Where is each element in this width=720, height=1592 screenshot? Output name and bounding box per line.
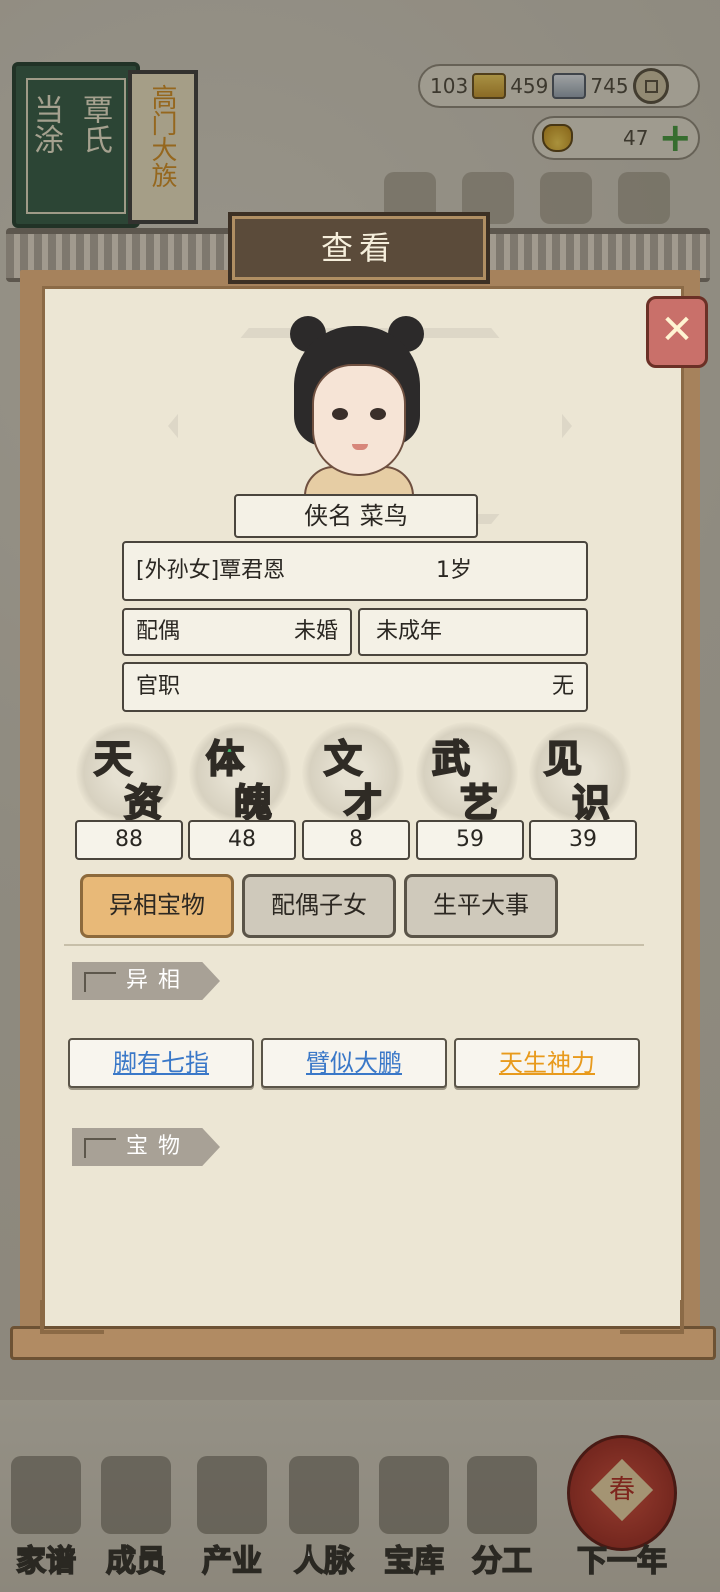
office-value: 无 bbox=[551, 674, 574, 699]
trait-item[interactable]: 天生神力 bbox=[454, 1038, 640, 1088]
tab-spouse-children[interactable]: 配偶子女 bbox=[242, 874, 396, 938]
stat-aptitude-value: 88 bbox=[75, 820, 183, 860]
stat-martial-value: 59 bbox=[416, 820, 524, 860]
stat-literary-value: 8 bbox=[302, 820, 410, 860]
tab-life-events[interactable]: 生平大事 bbox=[404, 874, 558, 938]
section-traits-label: 异相 bbox=[126, 968, 191, 993]
spouse-row: 配偶 未婚 bbox=[122, 608, 352, 656]
stat-physique-value: 48 bbox=[188, 820, 296, 860]
office-row: 官职 无 bbox=[122, 662, 588, 712]
character-portrait bbox=[282, 316, 432, 506]
section-treasures-label: 宝物 bbox=[126, 1134, 191, 1159]
fret-pattern-icon bbox=[84, 1138, 116, 1158]
office-label: 官职 bbox=[136, 674, 181, 699]
panel-base bbox=[10, 1326, 716, 1360]
panel-corner-right bbox=[620, 1300, 684, 1334]
mouth bbox=[352, 444, 368, 450]
close-button[interactable]: ✕ bbox=[646, 296, 708, 368]
stat-aptitude-label-bottom: 资 bbox=[123, 779, 163, 826]
relation-name: [外孙女]覃君恩 bbox=[136, 558, 286, 583]
nickname-box: 侠名 菜鸟 bbox=[234, 494, 478, 538]
spouse-label: 配偶 bbox=[136, 619, 181, 644]
stat-knowledge-label-bottom: 识 bbox=[571, 779, 611, 826]
stat-physique-label-bottom: 魄 bbox=[233, 779, 273, 826]
fret-pattern-icon bbox=[84, 972, 116, 992]
identity-row: [外孙女]覃君恩 1岁 bbox=[122, 541, 588, 601]
left-eye bbox=[332, 408, 348, 420]
stat-martial-label-bottom: 艺 bbox=[459, 779, 499, 826]
trait-item[interactable]: 臂似大鹏 bbox=[261, 1038, 447, 1088]
stat-knowledge-value: 39 bbox=[529, 820, 637, 860]
stat-literary-label-bottom: 才 bbox=[343, 779, 383, 826]
panel-title: 查看 bbox=[320, 229, 397, 267]
right-eye bbox=[370, 408, 386, 420]
spouse-value: 未婚 bbox=[293, 619, 338, 644]
section-divider bbox=[64, 944, 644, 946]
section-header-treasures: 宝物 bbox=[72, 1128, 220, 1166]
close-icon: ✕ bbox=[660, 307, 694, 353]
panel-title-plaque: 查看 bbox=[228, 212, 490, 284]
adult-status: 未成年 bbox=[376, 619, 443, 644]
trait-item[interactable]: 脚有七指 bbox=[68, 1038, 254, 1088]
age: 1岁 bbox=[436, 558, 472, 583]
tab-traits-treasures[interactable]: 异相宝物 bbox=[80, 874, 234, 938]
portrait-face bbox=[312, 364, 406, 476]
adult-status-box: 未成年 bbox=[358, 608, 588, 656]
panel-corner-left bbox=[40, 1300, 104, 1334]
section-header-traits: 异相 bbox=[72, 962, 220, 1000]
